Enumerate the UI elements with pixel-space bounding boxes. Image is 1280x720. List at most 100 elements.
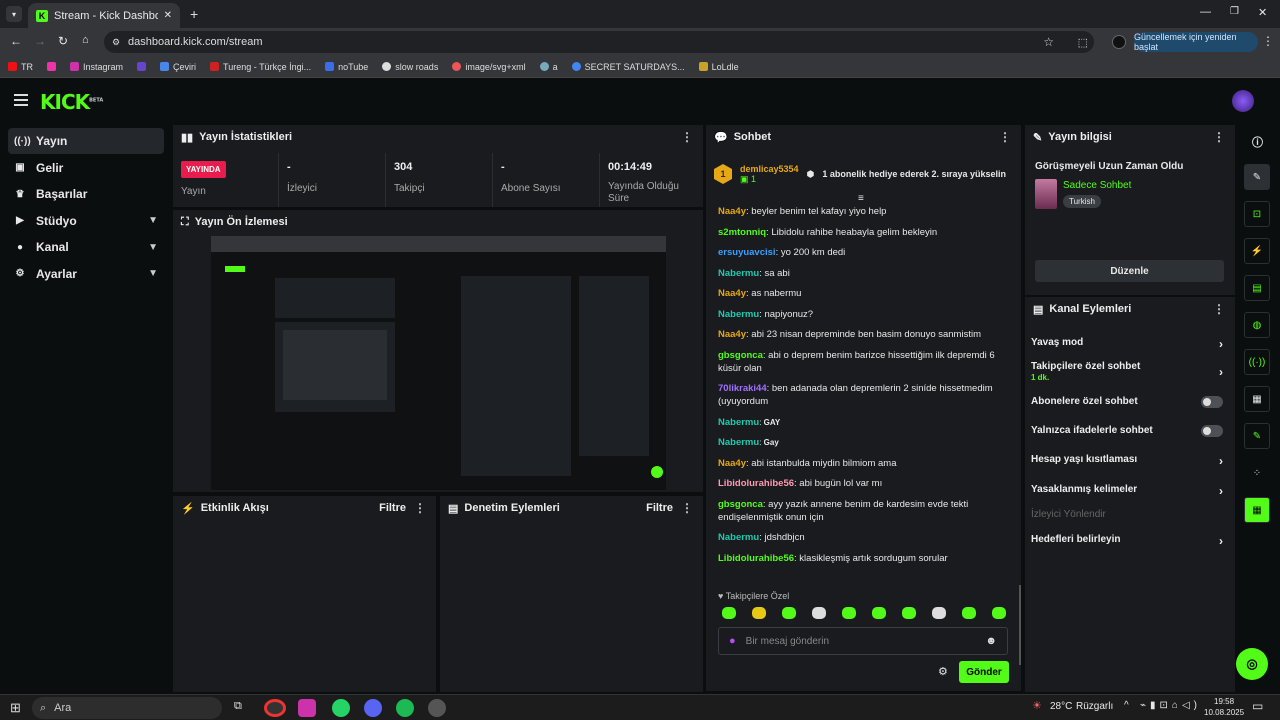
bookmark-item[interactable]: a [539, 62, 558, 72]
emote-icon[interactable] [962, 607, 976, 619]
taskbar-search[interactable]: ⌕ Ara [32, 697, 222, 719]
reload-icon[interactable]: ↻ [58, 34, 68, 48]
close-tab-icon[interactable]: ✕ [164, 10, 172, 21]
wrench-icon[interactable]: ✎ [1244, 423, 1270, 449]
filter-button[interactable]: Filtre [379, 502, 406, 514]
filter-button[interactable]: Filtre [646, 502, 673, 514]
broadcast-icon[interactable]: ((·)) [1244, 349, 1270, 375]
edit-button[interactable]: Düzenle [1035, 260, 1224, 282]
browser-profile-icon[interactable] [428, 699, 446, 717]
weather-temp[interactable]: 28°C [1050, 701, 1072, 712]
browser-menu-icon[interactable]: ⋮ [1262, 34, 1274, 48]
discord-icon[interactable] [364, 699, 382, 717]
restore-icon[interactable]: ❐ [1230, 6, 1239, 17]
update-button[interactable]: Güncellemek için yeniden başlat [1134, 32, 1258, 52]
emote-icon[interactable] [902, 607, 916, 619]
clapperboard-icon[interactable]: ▦ [1244, 497, 1270, 523]
bookmark-item[interactable]: LoLdle [698, 62, 739, 72]
kick-logo[interactable]: KICKBETA [40, 90, 103, 114]
emoji-icon[interactable]: ☻ [985, 635, 997, 647]
emote-icon[interactable] [992, 607, 1006, 619]
emote-icon[interactable] [722, 607, 736, 619]
more-options-icon[interactable]: ⋮ [414, 501, 426, 515]
sidebar-item-gelir[interactable]: ▣ Gelir [8, 155, 164, 181]
forward-icon[interactable]: → [34, 34, 46, 48]
bookmark-item[interactable]: Tureng - Türkçe İngi... [210, 62, 311, 72]
bookmark-item[interactable]: image/svg+xml [452, 62, 526, 72]
nodes-icon[interactable]: ⁘ [1244, 460, 1270, 486]
extensions-icon[interactable]: ⬚ [1078, 36, 1088, 49]
tray-icons[interactable]: ⌁▮⊡⌂◁) [1140, 700, 1201, 711]
chat-scrollbar[interactable] [1019, 585, 1021, 665]
chat-icon[interactable]: ◍ [1244, 312, 1270, 338]
tray-chevron-icon[interactable]: ^ [1124, 700, 1129, 711]
more-options-icon[interactable]: ⋮ [1213, 302, 1225, 316]
bookmark-item[interactable]: noTube [325, 62, 368, 72]
home-icon[interactable]: ⌂ [82, 34, 89, 46]
bookmark-item[interactable]: Çeviri [160, 62, 196, 72]
site-info-icon[interactable]: ⚙ [112, 37, 120, 48]
bookmark-item[interactable]: Instagram [70, 62, 123, 72]
clock-date[interactable]: 10.08.2025 [1204, 708, 1244, 717]
chat-input[interactable]: ● Bir mesaj gönderin ☻ [718, 627, 1008, 655]
bookmark-item[interactable] [47, 62, 56, 71]
notification-icon[interactable]: ▭ [1252, 699, 1263, 713]
sidebar-item-yayin[interactable]: ((·)) Yayın [8, 128, 164, 154]
layout-icon[interactable]: ▦ [1244, 386, 1270, 412]
browser-tab[interactable]: K Stream - Kick Dashboard ✕ [28, 3, 180, 28]
minimize-icon[interactable]: — [1200, 6, 1211, 18]
task-view-icon[interactable]: ⧉ [234, 700, 242, 713]
lightning-icon[interactable]: ⚡ [1244, 238, 1270, 264]
bookmark-item[interactable]: SECRET SATURDAYS... [571, 62, 685, 72]
user-avatar[interactable] [1232, 90, 1254, 112]
clock-time[interactable]: 19:58 [1214, 697, 1234, 706]
emote-icon[interactable] [782, 607, 796, 619]
whatsapp-icon[interactable] [332, 699, 350, 717]
emote-icon[interactable] [842, 607, 856, 619]
sidebar-item-studyo[interactable]: ▶ Stüdyo ▼ [8, 208, 164, 234]
notes-icon[interactable]: ▤ [1244, 275, 1270, 301]
windows-start-icon[interactable]: ⊞ [10, 700, 21, 716]
help-chat-button[interactable]: ◎ [1236, 648, 1268, 680]
chrome-icon[interactable] [264, 699, 286, 717]
gift-leaderboard-banner[interactable]: 1 demlicay5354 ▣ 1 ⬢ 1 abonelik hediye e… [714, 155, 1014, 193]
account-age-row[interactable]: Hesap yaşı kısıtlaması › [1031, 454, 1229, 468]
more-options-icon[interactable]: ⋮ [681, 130, 693, 144]
more-options-icon[interactable]: ⋮ [1213, 130, 1225, 144]
stream-preview-video[interactable] [211, 236, 666, 490]
more-options-icon[interactable]: ⋮ [999, 130, 1011, 144]
bookmark-star-icon[interactable]: ☆ [1043, 35, 1054, 49]
emote-icon[interactable] [812, 607, 826, 619]
new-tab-button[interactable]: + [190, 6, 198, 22]
sidebar-item-basarilar[interactable]: ♛ Başarılar [8, 181, 164, 207]
info-icon[interactable]: ⓘ [1252, 134, 1263, 150]
back-icon[interactable]: ← [10, 34, 22, 48]
bookmark-item[interactable]: slow roads [382, 62, 438, 72]
emotes-only-toggle[interactable] [1201, 425, 1223, 437]
close-window-icon[interactable]: ✕ [1258, 6, 1267, 19]
instagram-icon[interactable] [298, 699, 316, 717]
collapse-pinned-icon[interactable]: ≡ [858, 193, 864, 204]
followers-only-row[interactable]: Takipçilere özel sohbet 1 dk. › [1031, 361, 1229, 383]
sidebar-item-ayarlar[interactable]: ⚙ Ayarlar ▼ [8, 261, 164, 287]
banned-words-row[interactable]: Yasaklanmış kelimeler › [1031, 484, 1229, 498]
bookmark-item[interactable]: TR [8, 62, 33, 72]
hamburger-menu-icon[interactable] [14, 94, 28, 106]
spotify-icon[interactable] [396, 699, 414, 717]
slow-mode-row[interactable]: Yavaş mod › [1031, 337, 1229, 351]
sidebar-item-kanal[interactable]: ● Kanal ▼ [8, 234, 164, 260]
bookmark-item[interactable] [137, 62, 147, 71]
scan-icon[interactable]: ⊡ [1244, 201, 1270, 227]
emote-icon[interactable] [752, 607, 766, 619]
emote-icon[interactable] [872, 607, 886, 619]
category-link[interactable]: Sadece Sohbet [1063, 180, 1131, 191]
microphone-icon[interactable]: ● [729, 635, 736, 647]
more-options-icon[interactable]: ⋮ [681, 501, 693, 515]
profile-icon[interactable] [1112, 35, 1126, 49]
goals-row[interactable]: Hedefleri belirleyin › [1031, 534, 1229, 548]
emote-icon[interactable] [932, 607, 946, 619]
chat-settings-icon[interactable]: ⚙ [938, 665, 948, 678]
subscribers-only-toggle[interactable] [1201, 396, 1223, 408]
tab-list-button[interactable]: ▾ [6, 6, 22, 22]
edit-icon[interactable]: ✎ [1244, 164, 1270, 190]
